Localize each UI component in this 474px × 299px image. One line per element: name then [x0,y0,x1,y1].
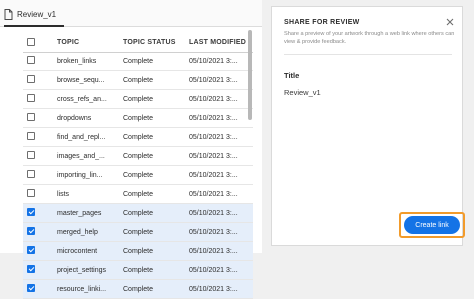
topic-cell: browse_sequ... [57,76,105,84]
table-row[interactable]: project_settings Complete 05/10/2021 3:... [23,261,253,280]
row-checkbox[interactable] [27,94,35,102]
row-checkbox[interactable] [27,56,35,64]
last-modified-cell: 05/10/2021 3:... [189,95,238,103]
status-cell: Complete [123,114,153,122]
status-cell: Complete [123,57,153,65]
last-modified-cell: 05/10/2021 3:... [189,171,238,179]
topic-cell: find_and_repl... [57,133,106,141]
title-field-value[interactable]: Review_v1 [284,88,321,97]
table-row[interactable]: find_and_repl... Complete 05/10/2021 3:... [23,128,253,147]
last-modified-cell: 05/10/2021 3:... [189,152,238,160]
topic-cell: broken_links [57,57,97,65]
row-checkbox[interactable] [27,170,35,178]
table-row[interactable]: merged_help Complete 05/10/2021 3:... [23,223,253,242]
last-modified-cell: 05/10/2021 3:... [189,114,238,122]
table-header: TOPIC TOPIC STATUS LAST MODIFIED [23,32,253,53]
topic-cell: lists [57,190,70,198]
last-modified-cell: 05/10/2021 3:... [189,228,238,236]
row-checkbox[interactable] [27,284,35,292]
close-icon[interactable] [445,17,455,27]
table-row[interactable]: resource_linki... Complete 05/10/2021 3:..… [23,280,253,299]
topic-cell: project_settings [57,266,107,274]
tab-review[interactable]: Review_v1 [4,4,64,27]
status-cell: Complete [123,190,153,198]
topic-list-pane: Review_v1 TOPIC TOPIC STATUS LAST MODIFI… [0,0,262,299]
last-modified-cell: 05/10/2021 3:... [189,76,238,84]
row-checkbox[interactable] [27,113,35,121]
status-cell: Complete [123,171,153,179]
file-icon [4,9,13,20]
select-all-checkbox[interactable] [27,38,35,46]
tab-label: Review_v1 [17,10,57,19]
row-checkbox[interactable] [27,75,35,83]
column-header-status[interactable]: TOPIC STATUS [123,39,176,46]
last-modified-cell: 05/10/2021 3:... [189,247,238,255]
status-cell: Complete [123,247,153,255]
row-checkbox[interactable] [27,151,35,159]
panel-description: Share a preview of your artwork through … [284,31,455,45]
status-cell: Complete [123,76,153,84]
last-modified-cell: 05/10/2021 3:... [189,133,238,141]
row-checkbox[interactable] [27,265,35,273]
table-row[interactable]: lists Complete 05/10/2021 3:... [23,185,253,204]
table-row[interactable]: images_and_... Complete 05/10/2021 3:... [23,147,253,166]
scrollbar-thumb[interactable] [248,30,252,120]
status-cell: Complete [123,228,153,236]
table-row[interactable]: dropdowns Complete 05/10/2021 3:... [23,109,253,128]
table-row[interactable]: microcontent Complete 05/10/2021 3:... [23,242,253,261]
status-cell: Complete [123,133,153,141]
topic-cell: cross_refs_an... [57,95,107,103]
last-modified-cell: 05/10/2021 3:... [189,266,238,274]
topic-cell: microcontent [57,247,98,255]
table-row[interactable]: importing_lin... Complete 05/10/2021 3:... [23,166,253,185]
share-for-review-panel: SHARE FOR REVIEW Share a preview of your… [271,6,463,246]
tab-bar: Review_v1 [0,0,262,27]
row-checkbox[interactable] [27,132,35,140]
status-cell: Complete [123,152,153,160]
status-cell: Complete [123,209,153,217]
topic-cell: importing_lin... [57,171,103,179]
table-row[interactable]: broken_links Complete 05/10/2021 3:... [23,52,253,71]
title-field-label: Title [284,71,300,80]
topic-cell: dropdowns [57,114,92,122]
topic-cell: merged_help [57,228,98,236]
status-cell: Complete [123,95,153,103]
table-row[interactable]: browse_sequ... Complete 05/10/2021 3:... [23,71,253,90]
last-modified-cell: 05/10/2021 3:... [189,285,238,293]
last-modified-cell: 05/10/2021 3:... [189,209,238,217]
panel-title: SHARE FOR REVIEW [284,19,360,26]
last-modified-cell: 05/10/2021 3:... [189,57,238,65]
topic-cell: master_pages [57,209,102,217]
status-cell: Complete [123,285,153,293]
create-link-button[interactable]: Create link [404,216,460,234]
topic-cell: images_and_... [57,152,105,160]
row-checkbox[interactable] [27,208,35,216]
row-checkbox[interactable] [27,189,35,197]
topic-cell: resource_linki... [57,285,107,293]
row-checkbox[interactable] [27,227,35,235]
last-modified-cell: 05/10/2021 3:... [189,190,238,198]
divider [284,54,452,55]
status-cell: Complete [123,266,153,274]
table-body: broken_links Complete 05/10/2021 3:... brow… [23,52,253,299]
table-row[interactable]: master_pages Complete 05/10/2021 3:... [23,204,253,223]
column-header-topic[interactable]: TOPIC [57,39,79,46]
column-header-last-modified[interactable]: LAST MODIFIED [189,39,246,46]
table-row[interactable]: cross_refs_an... Complete 05/10/2021 3:... [23,90,253,109]
